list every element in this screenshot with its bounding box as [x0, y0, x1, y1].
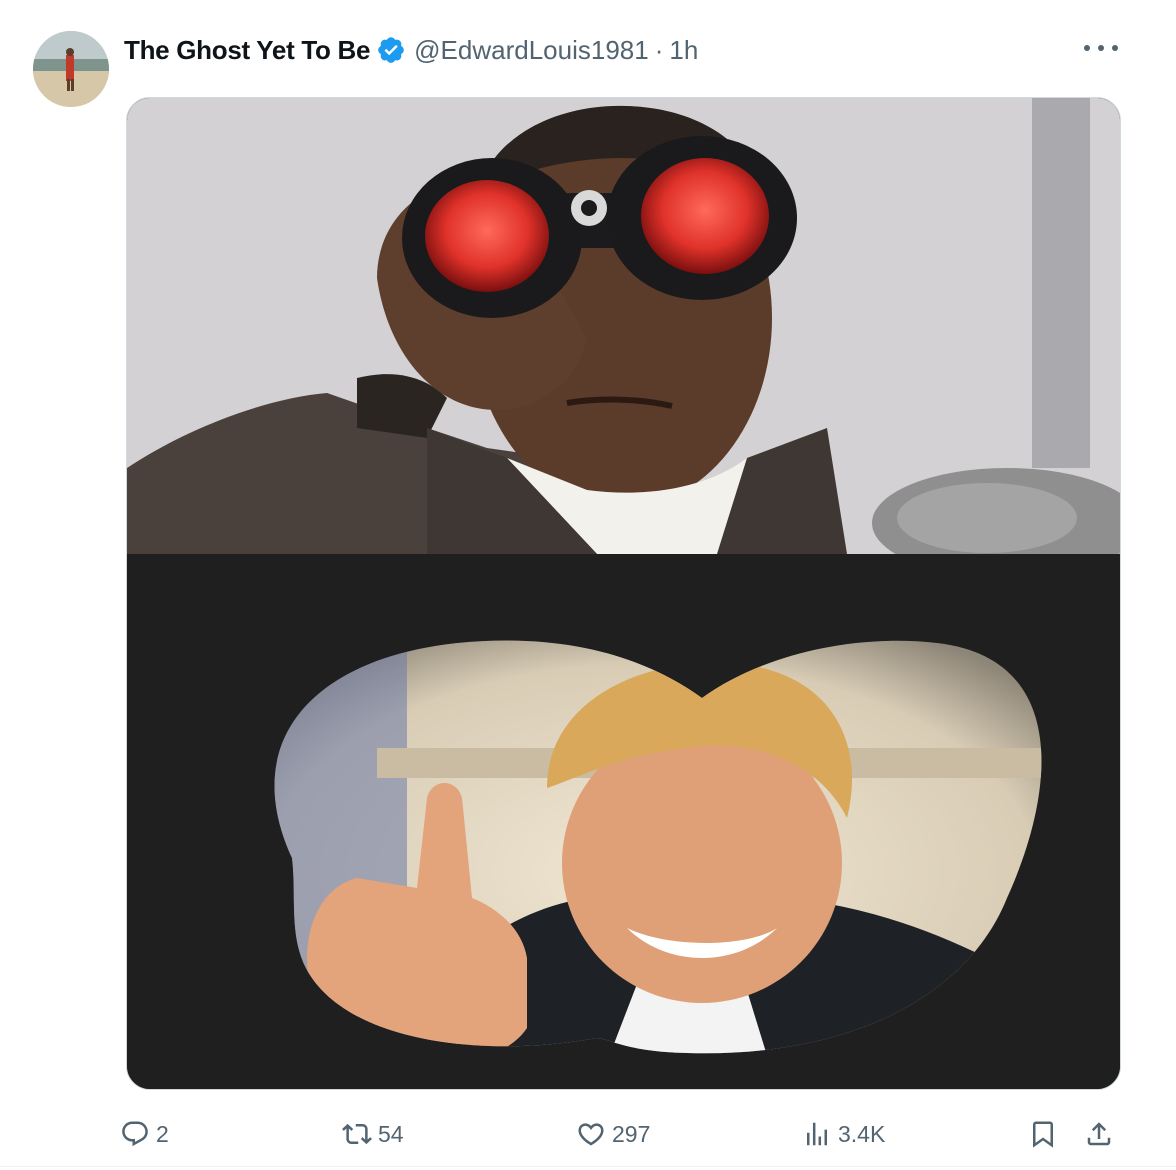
bottom-panel [127, 554, 1120, 1089]
reply-icon [122, 1121, 148, 1147]
repost-button[interactable]: 54 [342, 1112, 404, 1156]
analytics-icon [807, 1122, 827, 1146]
views-count: 3.4K [838, 1120, 886, 1147]
verified-badge-icon[interactable] [376, 35, 406, 65]
top-panel [127, 98, 1120, 578]
share-icon [1087, 1122, 1111, 1146]
like-count: 297 [612, 1120, 651, 1147]
tweet-actions: 2 54 297 3.4K [120, 1112, 1124, 1156]
avatar[interactable] [33, 31, 109, 107]
post-media[interactable] [126, 97, 1121, 1090]
avatar-image [33, 31, 109, 107]
more-dot [1112, 45, 1118, 51]
tweet-divider [0, 1166, 1176, 1167]
bookmark-icon [1033, 1121, 1053, 1148]
tweet-header: The Ghost Yet To Be @EdwardLouis1981 · 1… [124, 30, 698, 70]
views-button[interactable]: 3.4K [802, 1112, 885, 1156]
bookmark-button[interactable] [1028, 1112, 1058, 1156]
reply-count: 2 [156, 1120, 169, 1147]
repost-icon [342, 1123, 372, 1145]
meme-image [127, 98, 1120, 1089]
user-handle[interactable]: @EdwardLouis1981 [414, 35, 649, 66]
post-time[interactable]: 1h [669, 35, 698, 66]
more-dot [1098, 45, 1104, 51]
more-options-icon[interactable] [1084, 36, 1118, 60]
repost-count: 54 [378, 1120, 404, 1147]
share-button[interactable] [1084, 1112, 1114, 1156]
more-dot [1084, 45, 1090, 51]
like-button[interactable]: 297 [576, 1112, 650, 1156]
separator-dot: · [654, 34, 664, 65]
reply-button[interactable]: 2 [120, 1112, 169, 1156]
display-name[interactable]: The Ghost Yet To Be [124, 35, 370, 66]
tweet[interactable]: The Ghost Yet To Be @EdwardLouis1981 · 1… [0, 0, 1176, 1170]
heart-icon [578, 1123, 604, 1146]
